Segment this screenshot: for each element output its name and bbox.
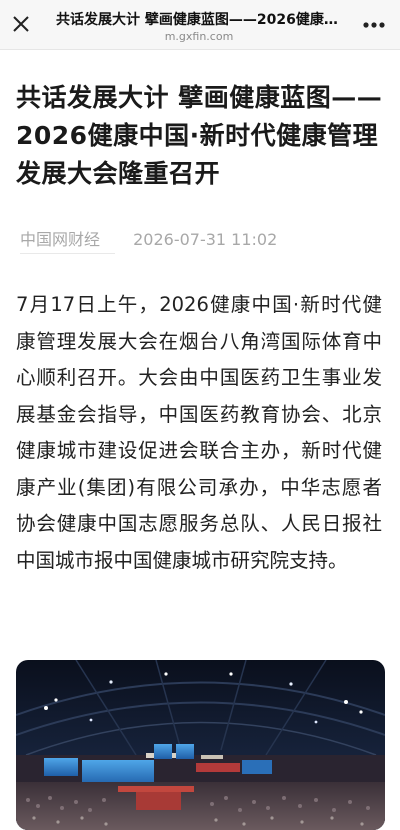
page-title: 共话发展大计 擘画健康蓝图——2026健康中国·新时代健康管理发展大会隆重召开: [56, 12, 342, 28]
more-icon: [363, 22, 385, 28]
article-photo[interactable]: [16, 660, 385, 830]
article-paragraph: 7月17日上午，2026健康中国·新时代健康管理发展大会在烟台八角湾国际体育中心…: [16, 293, 382, 572]
arena-photo-illustration: [16, 660, 385, 830]
close-button[interactable]: [8, 11, 34, 37]
page-domain: m.gxfin.com: [164, 30, 234, 43]
close-icon: [13, 16, 29, 32]
article-meta: 中国网财经 2026-07-31 11:02: [20, 226, 380, 250]
top-bar: 共话发展大计 擘画健康蓝图——2026健康中国·新时代健康管理发展大会隆重召开 …: [0, 0, 400, 50]
source-underline: [20, 253, 115, 254]
more-button[interactable]: [360, 13, 388, 37]
article-headline: 共话发展大计 擘画健康蓝图——2026健康中国·新时代健康管理发展大会隆重召开: [16, 83, 383, 188]
article-source-link[interactable]: 中国网财经: [20, 230, 100, 249]
article-datetime: 2026-07-31 11:02: [133, 230, 278, 249]
